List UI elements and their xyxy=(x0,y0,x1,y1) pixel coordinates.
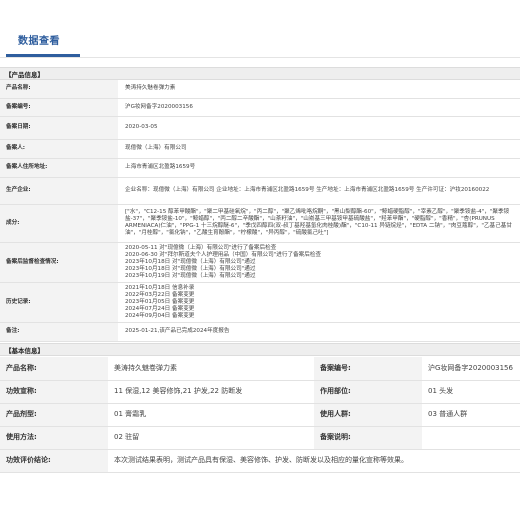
row-key: 作用部位: xyxy=(314,380,422,404)
row-value xyxy=(422,426,520,450)
row-value: 11 保湿,12 美容修饰,21 护发,22 防断发 xyxy=(108,380,314,404)
section-title: 【基本信息】 xyxy=(5,347,44,355)
row-value: 上海市青浦区北盈路1659号 xyxy=(118,158,520,178)
row-value: 现億微（上海）有限公司 xyxy=(118,139,520,159)
row-value: 2021年10月18日 信息补录 2022年03月22日 备案变更 2023年0… xyxy=(118,282,520,323)
table-row: 产品剂型: 01 膏霜乳 使用人群: 03 普通人群 xyxy=(0,403,520,427)
table-row: 备案后监督检查情况: 2020-05-11 对"现億微（上海）有限公司"进行了备… xyxy=(0,242,520,283)
row-key: 备案日期: xyxy=(0,116,118,140)
table-row: 备案编号: 沪G妆网备字2020003156 xyxy=(0,98,520,117)
row-value: 美涛持久魅卷弹力素 xyxy=(108,357,314,381)
row-key: 产品名称: xyxy=(0,80,118,99)
table-row: 使用方法: 02 驻留 备案说明: xyxy=(0,426,520,450)
row-key: 备案人住所地址: xyxy=(0,158,118,178)
row-key: 成分: xyxy=(0,204,118,243)
row-key: 功效评价结论: xyxy=(0,449,108,473)
row-value: 沪G妆网备字2020003156 xyxy=(118,98,520,117)
table-row: 历史记录: 2021年10月18日 信息补录 2022年03月22日 备案变更 … xyxy=(0,282,520,323)
row-value: 02 驻留 xyxy=(108,426,314,450)
row-value: 美涛持久魅卷弹力素 xyxy=(118,80,520,99)
tab-bar: 数据查看 xyxy=(0,0,520,58)
row-key: 历史记录: xyxy=(0,282,118,323)
row-key: 备案后监督检查情况: xyxy=(0,242,118,283)
table-row: 功效宣称: 11 保湿,12 美容修饰,21 护发,22 防断发 作用部位: 0… xyxy=(0,380,520,404)
product-info-section-header: 【产品信息】 xyxy=(0,67,520,80)
product-info-table: 产品名称: 美涛持久魅卷弹力素 备案编号: 沪G妆网备字2020003156 备… xyxy=(0,80,520,342)
row-value: 2020-05-11 对"现億微（上海）有限公司"进行了备案后检查 2020-0… xyxy=(118,242,520,283)
table-row: 成分: ["水"，"C12-15 醇苯甲酸酯"，"聚二甲基硅氧烷"，"丙二醇"，… xyxy=(0,204,520,243)
row-value: 沪G妆网备字2020003156 xyxy=(422,357,520,381)
row-value: 企业名称：现億微（上海）有限公司 企业地址：上海市青浦区北盈路1659号 生产地… xyxy=(118,177,520,205)
tab-active-indicator xyxy=(6,54,80,57)
row-value: ["水"，"C12-15 醇苯甲酸酯"，"聚二甲基硅氧烷"，"丙二醇"，"聚乙烯… xyxy=(118,204,520,243)
basic-info-section-header: 【基本信息】 xyxy=(0,343,520,356)
table-row: 备案日期: 2020-03-05 xyxy=(0,116,520,140)
table-row: 产品名称: 美涛持久魅卷弹力素 xyxy=(0,80,520,99)
row-key: 备案人: xyxy=(0,139,118,159)
tab-data-view[interactable]: 数据查看 xyxy=(18,32,60,47)
row-key: 备案编号: xyxy=(314,357,422,381)
row-key: 产品剂型: xyxy=(0,403,108,427)
row-key: 备案编号: xyxy=(0,98,118,117)
row-key: 生产企业: xyxy=(0,177,118,205)
row-key: 备案说明: xyxy=(314,426,422,450)
row-key: 使用人群: xyxy=(314,403,422,427)
table-row: 备案人: 现億微（上海）有限公司 xyxy=(0,139,520,159)
row-key: 使用方法: xyxy=(0,426,108,450)
table-row: 备案人住所地址: 上海市青浦区北盈路1659号 xyxy=(0,158,520,178)
row-value: 01 头发 xyxy=(422,380,520,404)
row-key: 备注: xyxy=(0,322,118,342)
table-row: 产品名称: 美涛持久魅卷弹力素 备案编号: 沪G妆网备字2020003156 xyxy=(0,357,520,381)
table-row: 备注: 2025-01-21,该产品已完成2024年度报告 xyxy=(0,322,520,342)
row-value: 2020-03-05 xyxy=(118,116,520,140)
table-row: 生产企业: 企业名称：现億微（上海）有限公司 企业地址：上海市青浦区北盈路165… xyxy=(0,177,520,205)
row-value: 2025-01-21,该产品已完成2024年度报告 xyxy=(118,322,520,342)
basic-info-table: 产品名称: 美涛持久魅卷弹力素 备案编号: 沪G妆网备字2020003156 功… xyxy=(0,357,520,473)
row-value: 01 膏霜乳 xyxy=(108,403,314,427)
row-value: 本次测试结果表明，测试产品具有保湿、美容修饰、护发、防断发以及相应的量化宣称等效… xyxy=(108,449,520,473)
table-row: 功效评价结论: 本次测试结果表明，测试产品具有保湿、美容修饰、护发、防断发以及相… xyxy=(0,449,520,473)
row-key: 功效宣称: xyxy=(0,380,108,404)
row-value: 03 普通人群 xyxy=(422,403,520,427)
row-key: 产品名称: xyxy=(0,357,108,381)
section-title: 【产品信息】 xyxy=(5,71,44,79)
